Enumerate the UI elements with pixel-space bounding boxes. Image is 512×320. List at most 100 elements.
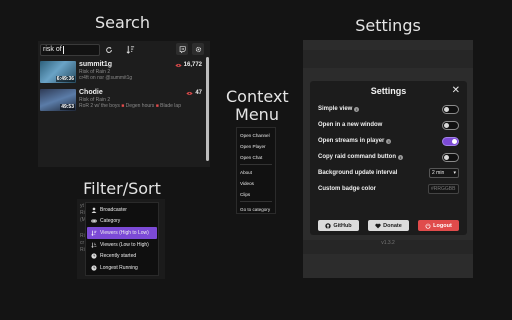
settings-dialog: Settings ✕ Simple view i Open in a new wi… — [310, 81, 467, 235]
menu-item-open-player[interactable]: Open Player — [240, 141, 272, 152]
sort-option-longest-running[interactable]: Longest Running — [87, 262, 157, 274]
tag-icon: ■ — [155, 103, 159, 109]
sort-option-category[interactable]: Category — [87, 216, 157, 228]
github-icon — [325, 222, 332, 229]
search-actions — [176, 43, 204, 55]
viewer-count-value: 47 — [195, 90, 202, 96]
search-section-title: Search — [95, 13, 150, 32]
setting-label: Simple view i — [318, 106, 360, 112]
toggle-knob — [444, 122, 449, 128]
sort-option-label: Category — [100, 218, 121, 225]
info-icon[interactable]: i — [386, 138, 392, 144]
sort-option-recently-started[interactable]: Recently started — [87, 250, 157, 262]
search-input[interactable]: risk of — [40, 43, 100, 56]
twitch-button[interactable] — [176, 43, 188, 55]
button-label: Logout — [433, 222, 452, 229]
button-label: GitHub — [333, 222, 352, 229]
eye-icon — [174, 63, 182, 67]
info-icon[interactable]: i — [354, 106, 360, 112]
update-interval-select[interactable]: 2 min ▾ — [429, 168, 459, 178]
setting-label-text: Open streams in player — [318, 138, 385, 144]
chevron-down-icon: ▾ — [453, 170, 456, 176]
stream-uptime: 6:49:36 — [55, 76, 75, 82]
sort-button[interactable] — [124, 44, 136, 56]
github-button[interactable]: GitHub — [318, 220, 359, 231]
stream-info: summit1g Risk of Rain 2 cr4ft on nsr @su… — [79, 61, 205, 85]
simple-view-toggle[interactable] — [442, 104, 459, 114]
clock-icon — [91, 265, 97, 271]
setting-label-text: Simple view — [318, 106, 353, 112]
toggle-knob — [444, 154, 449, 160]
sort-icon — [126, 45, 134, 54]
gamepad-icon — [91, 218, 97, 224]
setting-label-text: Custom badge color — [318, 186, 377, 192]
stream-tag: Blade lap — [160, 103, 181, 109]
streams-in-player-toggle[interactable] — [442, 136, 459, 146]
sort-option-label: Viewers (Low to High) — [100, 241, 149, 248]
power-icon — [425, 222, 431, 229]
menu-item-open-channel[interactable]: Open Channel — [240, 130, 272, 141]
heart-icon — [375, 223, 381, 228]
sort-option-broadcaster[interactable]: Broadcaster — [87, 204, 157, 216]
raid-command-toggle[interactable] — [442, 152, 459, 162]
close-icon[interactable]: ✕ — [452, 85, 460, 96]
context-menu-section-title-line2: Menu — [235, 105, 279, 124]
menu-item-open-chat[interactable]: Open Chat — [240, 152, 272, 163]
stream-title-line: RoR 2 w/ the boys ■ Degen hours ■ Blade … — [79, 103, 205, 109]
stream-uptime: 49:53 — [60, 104, 75, 110]
badge-color-input[interactable]: #RRGGBB — [428, 184, 459, 194]
setting-raid-command: Copy raid command button i — [318, 151, 459, 163]
stream-thumbnail: 49:53 — [40, 89, 76, 111]
new-window-toggle[interactable] — [442, 120, 459, 130]
setting-simple-view: Simple view i — [318, 103, 459, 115]
refresh-button[interactable] — [103, 44, 115, 56]
donate-button[interactable]: Donate — [368, 220, 409, 231]
stream-row-chodie[interactable]: 49:53 Chodie Risk of Rain 2 RoR 2 w/ the… — [40, 89, 205, 113]
setting-label-text: Open in a new window — [318, 122, 383, 128]
select-value: 2 min — [432, 170, 445, 176]
menu-item-clips[interactable]: Clips — [240, 189, 272, 200]
filter-sort-section-title: Filter/Sort — [83, 179, 161, 198]
button-label: Donate — [383, 222, 402, 229]
setting-badge-color: Custom badge color #RRGGBB — [318, 183, 459, 195]
sort-asc-icon — [91, 242, 97, 248]
eye-icon — [186, 91, 193, 95]
tag-icon: ■ — [121, 103, 125, 109]
sort-option-label: Broadcaster — [100, 206, 127, 213]
menu-divider — [240, 164, 272, 165]
clock-icon — [91, 253, 97, 259]
toggle-knob — [452, 138, 457, 144]
sort-option-label: Longest Running — [100, 264, 138, 271]
setting-label: Open in a new window — [318, 122, 382, 128]
stream-row-summit1g[interactable]: 6:49:36 summit1g Risk of Rain 2 cr4ft on… — [40, 61, 205, 85]
info-icon[interactable]: i — [398, 154, 403, 160]
background-text: yt — [80, 203, 84, 209]
search-query-text: risk of — [43, 45, 62, 53]
setting-label: Copy raid command button i — [318, 154, 403, 160]
logout-button[interactable]: Logout — [418, 220, 459, 231]
setting-update-interval: Background update interval 2 min ▾ — [318, 167, 459, 179]
context-menu-section-title-line1: Context — [226, 87, 289, 106]
settings-button[interactable] — [192, 43, 204, 55]
sort-desc-icon — [91, 230, 97, 236]
sort-option-viewers-high-to-low[interactable]: Viewers (High to Low) — [87, 227, 157, 239]
settings-title: Settings — [370, 86, 407, 96]
background-text: cr — [80, 240, 85, 246]
viewer-count: 47 — [186, 90, 202, 96]
context-menu: Open Channel Open Player Open Chat About… — [236, 127, 276, 214]
menu-item-videos[interactable]: Videos — [240, 178, 272, 189]
toggle-knob — [444, 106, 449, 112]
scrollbar-thumb[interactable] — [206, 57, 209, 161]
gear-icon — [195, 46, 201, 52]
menu-divider — [240, 201, 272, 202]
sort-option-viewers-low-to-high[interactable]: Viewers (Low to High) — [87, 239, 157, 251]
menu-item-about[interactable]: About — [240, 167, 272, 178]
menu-item-go-to-category[interactable]: Go to category — [240, 204, 272, 215]
twitch-icon — [179, 45, 186, 53]
sort-menu: Broadcaster Category Viewers (High to Lo… — [85, 202, 159, 276]
refresh-icon — [106, 46, 112, 53]
person-icon — [91, 207, 97, 213]
search-panel: risk of 6:49:36 summit1g Risk of Rain 2 … — [38, 41, 210, 167]
setting-label: Custom badge color — [318, 186, 376, 192]
viewer-count: 16,772 — [174, 62, 202, 68]
